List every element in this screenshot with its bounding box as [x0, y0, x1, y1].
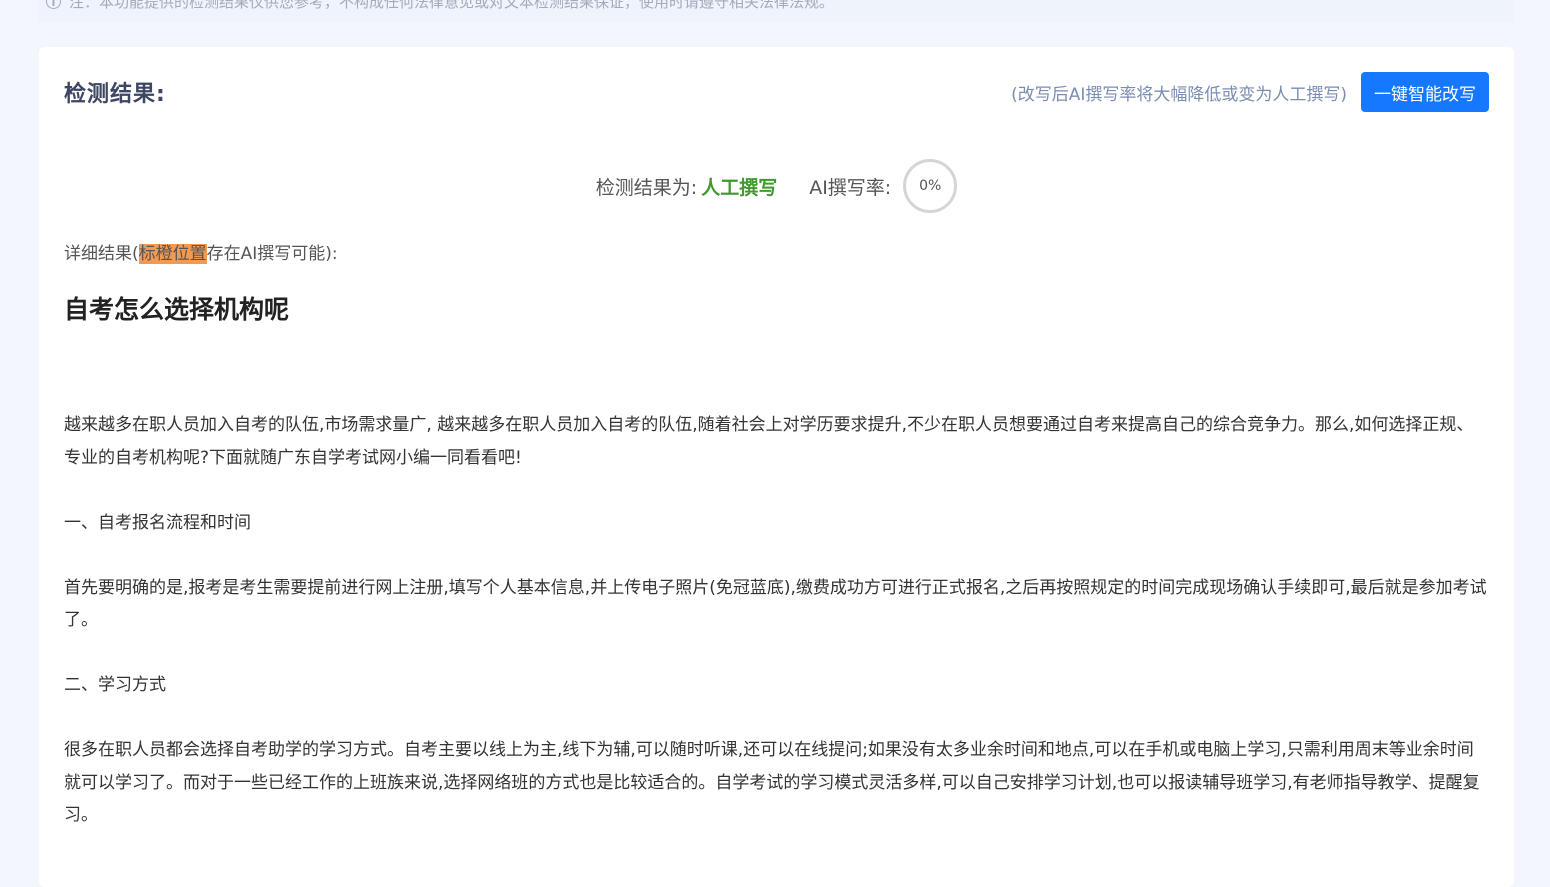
info-icon: i — [46, 0, 61, 9]
detail-legend: 详细结果(标橙位置存在AI撰写可能): — [64, 239, 338, 264]
detail-suffix: 存在AI撰写可能): — [206, 244, 338, 264]
article-paragraph: 首先要明确的是,报考是考生需要提前进行网上注册,填写个人基本信息,并上传电子照片… — [64, 577, 1487, 631]
result-card: 检测结果: (改写后AI撰写率将大幅降低或变为人工撰写) 一键智能改写 检测结果… — [39, 47, 1514, 887]
disclaimer-notice: i 注：本功能提供的检测结果仅供您参考，不构成任何法律意见或对文本检测结果保证，… — [38, 0, 1514, 22]
ai-rate-value: 0% — [919, 178, 942, 194]
verdict-value: 人工撰写 — [701, 176, 778, 199]
result-summary: 检测结果为: 人工撰写 AI撰写率: 0% — [39, 159, 1514, 213]
highlight-legend: 标橙位置 — [138, 244, 207, 264]
result-title: 检测结果: — [64, 82, 166, 107]
rewrite-hint: (改写后AI撰写率将大幅降低或变为人工撰写) — [1011, 84, 1347, 105]
ai-rate-gauge: 0% — [903, 159, 958, 213]
result-header: 检测结果: (改写后AI撰写率将大幅降低或变为人工撰写) 一键智能改写 — [64, 72, 1489, 112]
detail-prefix: 详细结果( — [64, 244, 139, 264]
article-paragraph: 越来越多在职人员加入自考的队伍,市场需求量广, 越来越多在职人员加入自考的队伍,… — [64, 415, 1474, 468]
article-body: 越来越多在职人员加入自考的队伍,市场需求量广, 越来越多在职人员加入自考的队伍,… — [64, 409, 1489, 864]
ai-rate-label: AI撰写率: — [809, 176, 892, 199]
article-paragraph: 很多在职人员都会选择自考助学的学习方式。自考主要以线上为主,线下为辅,可以随时听… — [64, 740, 1480, 825]
smart-rewrite-button[interactable]: 一键智能改写 — [1361, 72, 1489, 112]
summary-label: 检测结果为: — [595, 176, 698, 199]
section-heading: 二、学习方式 — [64, 675, 166, 695]
article-title: 自考怎么选择机构呢 — [64, 295, 290, 324]
section-heading: 一、自考报名流程和时间 — [64, 512, 251, 533]
disclaimer-text: 注：本功能提供的检测结果仅供您参考，不构成任何法律意见或对文本检测结果保证，使用… — [69, 0, 835, 11]
